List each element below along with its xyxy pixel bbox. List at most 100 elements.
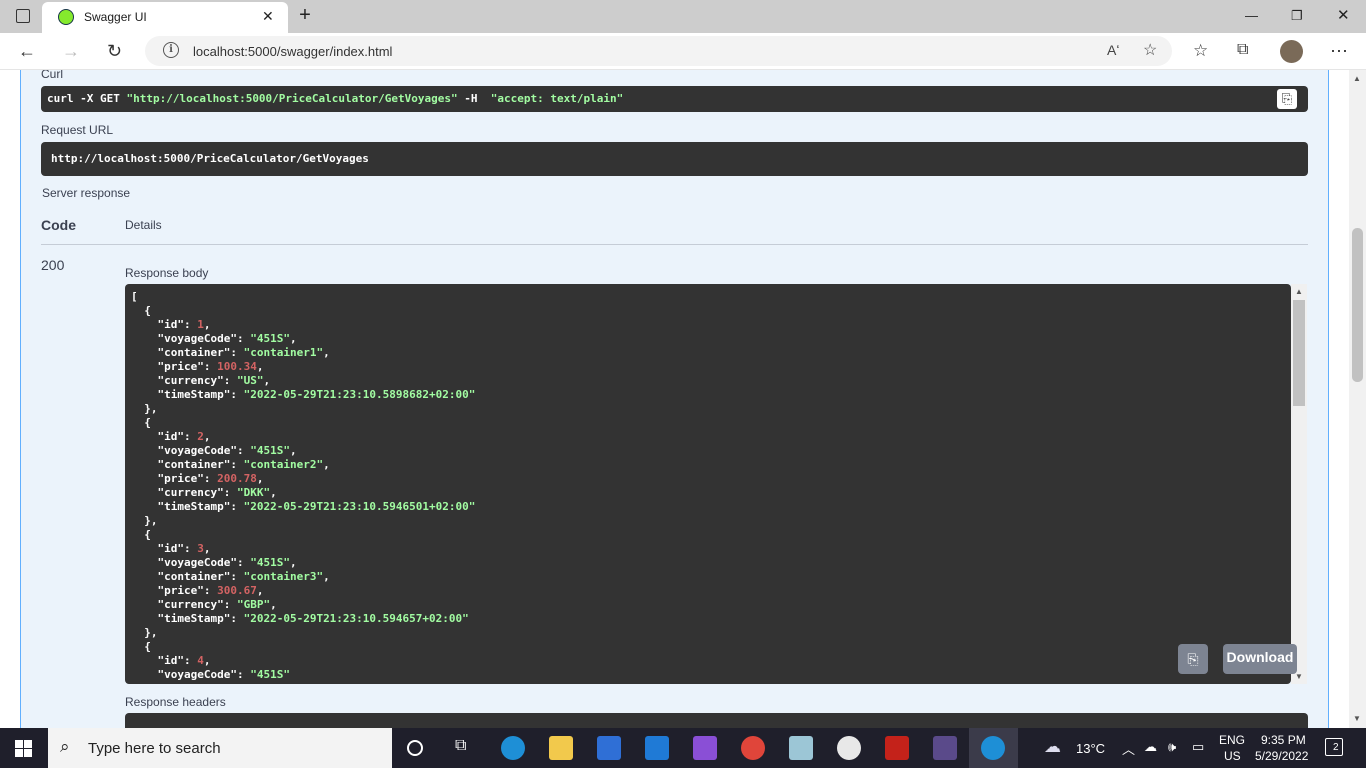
notepad-icon[interactable] [789,736,813,760]
taskbar-search-box[interactable]: ⌕ Type here to search [48,728,392,768]
search-placeholder: Type here to search [88,740,221,757]
json-line: }, [131,402,1291,416]
browser-tab[interactable]: Swagger UI ✕ [42,2,288,33]
copy-response-button[interactable]: ⎘ [1178,644,1208,674]
json-key: "container": [131,570,244,583]
copy-curl-icon[interactable]: ⎘ [1277,89,1297,109]
json-punct: , [323,458,330,471]
edge-active-taskbar-item[interactable] [969,728,1018,768]
url-text[interactable]: localhost:5000/swagger/index.html [193,44,392,59]
response-body-scroll-thumb[interactable] [1293,300,1305,406]
json-value: "container2" [243,458,324,471]
weather-temp[interactable]: 13°C [1076,741,1105,756]
more-menu-icon[interactable]: ⋯ [1330,41,1348,62]
json-value: "2022-05-29T21:23:10.594657+02:00" [243,612,469,625]
restore-icon[interactable]: ❐ [1291,8,1303,24]
minimize-icon[interactable]: — [1245,8,1258,23]
brave-icon[interactable] [837,736,861,760]
acrobat-icon[interactable] [885,736,909,760]
clock-time[interactable]: 9:35 PM [1261,733,1306,747]
scroll-down-icon[interactable]: ▼ [1295,672,1303,681]
json-line: "timeStamp": "2022-05-29T21:23:10.594657… [131,612,1291,626]
tab-close-icon[interactable]: ✕ [262,8,274,25]
weather-cloud-icon[interactable]: ☁ [1044,737,1061,757]
store-icon[interactable] [597,736,621,760]
json-token: { [131,416,151,429]
search-icon: ⌕ [60,737,70,756]
profile-avatar[interactable] [1280,40,1303,63]
page-scroll-up-icon[interactable]: ▲ [1353,74,1361,83]
json-value: "DKK" [236,486,271,499]
json-key: "price": [131,584,218,597]
notification-icon[interactable]: 2 [1325,738,1343,756]
close-window-icon[interactable]: ✕ [1337,6,1350,24]
new-tab-icon[interactable]: + [295,4,315,27]
json-key: "timeStamp": [131,500,244,513]
add-favorite-icon[interactable]: ☆ [1143,40,1157,60]
terminal-icon[interactable] [933,736,957,760]
json-line: "id": 2, [131,430,1291,444]
cortana-icon[interactable] [407,740,423,756]
read-aloud-icon[interactable]: Aʻ [1107,42,1119,58]
page-scroll-down-icon[interactable]: ▼ [1353,714,1361,723]
json-key: "voyageCode": [131,444,251,457]
volume-icon[interactable]: 🕪 [1168,739,1176,755]
address-bar[interactable]: i localhost:5000/swagger/index.html Aʻ ☆ [145,36,1172,66]
response-body[interactable]: [ { "id": 1, "voyageCode": "451S", "cont… [125,284,1291,684]
windows-taskbar: ⌕ Type here to search ⧉ ☁ 13°C ︿ ☁ 🕪 ▭ E… [0,728,1366,768]
swagger-page: Curl curl -X GET "http://localhost:5000/… [0,70,1349,728]
json-value: 300.67 [217,584,257,597]
json-token: }, [131,402,158,415]
edge-icon[interactable] [501,736,525,760]
download-button[interactable]: Download [1223,644,1297,674]
json-value: 200.78 [217,472,257,485]
curl-command[interactable]: curl -X GET "http://localhost:5000/Price… [41,86,1308,112]
json-punct: , [256,584,264,597]
page-scrollbar[interactable]: ▲ ▼ [1349,70,1366,728]
forward-icon[interactable]: → [62,41,80,62]
json-punct: , [203,654,211,667]
collections-icon[interactable]: ⧉ [1237,41,1248,59]
request-url-value[interactable]: http://localhost:5000/PriceCalculator/Ge… [41,142,1308,176]
json-punct: , [289,444,297,457]
json-punct: , [203,542,211,555]
task-view-icon[interactable]: ⧉ [455,737,466,755]
json-key: "id": [131,318,198,331]
response-body-scrollbar[interactable]: ▲ ▼ [1291,284,1307,684]
favorites-icon[interactable]: ☆ [1193,41,1208,61]
json-line: "container": "container1", [131,346,1291,360]
json-key: "voyageCode": [131,332,251,345]
json-key: "container": [131,346,244,359]
tab-actions-icon[interactable] [16,9,30,23]
json-key: "id": [131,430,198,443]
json-key: "price": [131,360,218,373]
curl-url: "http://localhost:5000/PriceCalculator/G… [126,92,458,105]
scroll-up-icon[interactable]: ▲ [1295,287,1303,296]
onedrive-icon[interactable]: ☁ [1144,739,1157,755]
site-info-icon[interactable]: i [163,42,179,58]
chrome-icon[interactable] [741,736,765,760]
language-line2[interactable]: US [1224,749,1241,763]
response-code: 200 [41,257,65,273]
file-explorer-icon[interactable] [549,736,573,760]
visual-studio-icon[interactable] [693,736,717,760]
json-punct: , [256,472,264,485]
curl-header: "accept: text/plain" [490,92,624,105]
clock-date[interactable]: 5/29/2022 [1255,749,1308,763]
edge-active-icon [981,736,1005,760]
language-line1[interactable]: ENG [1219,733,1245,747]
json-line: "price": 100.34, [131,360,1291,374]
json-line: "id": 1, [131,318,1291,332]
tray-chevron-icon[interactable]: ︿ [1122,739,1135,758]
server-response-label: Server response [42,186,131,200]
response-headers-label: Response headers [125,695,226,709]
page-scroll-thumb[interactable] [1352,228,1363,382]
battery-icon[interactable]: ▭ [1192,739,1204,755]
json-value: "GBP" [236,598,271,611]
json-token: [ [131,290,138,303]
windows-start-icon[interactable] [15,740,32,757]
mail-icon[interactable] [645,736,669,760]
json-value: "451S" [250,444,290,457]
refresh-icon[interactable]: ↻ [107,41,122,62]
back-icon[interactable]: ← [18,41,36,62]
